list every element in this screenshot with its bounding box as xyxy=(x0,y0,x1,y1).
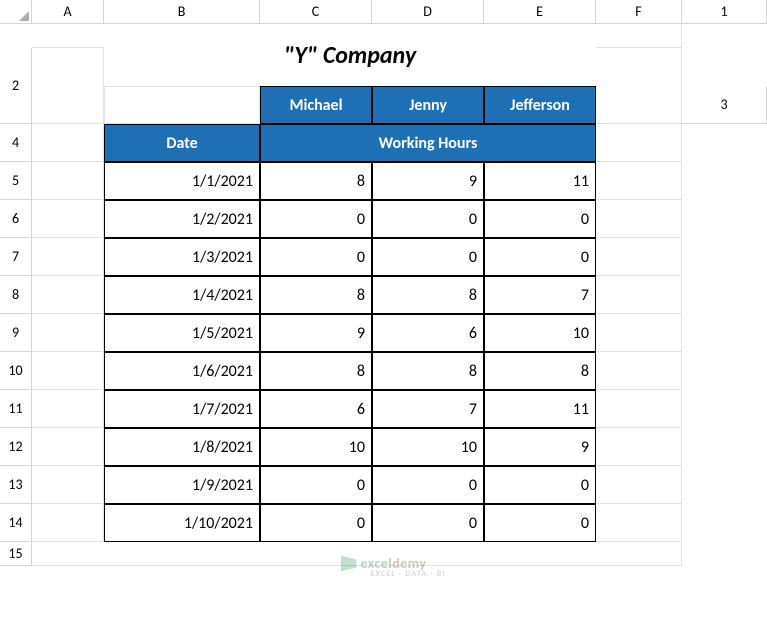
col-header-c[interactable]: C xyxy=(260,0,372,24)
select-all-corner[interactable] xyxy=(0,0,32,24)
cell-value[interactable]: 11 xyxy=(484,162,596,200)
cell-value[interactable]: 0 xyxy=(484,504,596,542)
row-header-13[interactable]: 13 xyxy=(0,466,32,504)
cell-value[interactable]: 0 xyxy=(260,238,372,276)
cell-date[interactable]: 1/4/2021 xyxy=(104,276,260,314)
cell-a11[interactable] xyxy=(32,390,104,428)
cell-a12[interactable] xyxy=(32,428,104,466)
cell-value[interactable]: 0 xyxy=(372,504,484,542)
cell-value[interactable]: 0 xyxy=(372,466,484,504)
col-header-d[interactable]: D xyxy=(372,0,484,24)
cell-value[interactable]: 7 xyxy=(484,276,596,314)
cell-date[interactable]: 1/5/2021 xyxy=(104,314,260,352)
row-header-6[interactable]: 6 xyxy=(0,200,32,238)
cell-date[interactable]: 1/7/2021 xyxy=(104,390,260,428)
cell-value[interactable]: 8 xyxy=(260,352,372,390)
cell-f12[interactable] xyxy=(596,428,682,466)
row-header-11[interactable]: 11 xyxy=(0,390,32,428)
cell-a6[interactable] xyxy=(32,200,104,238)
cell-f6[interactable] xyxy=(596,200,682,238)
cell-value[interactable]: 0 xyxy=(484,466,596,504)
cell-value[interactable]: 0 xyxy=(260,200,372,238)
header-jefferson[interactable]: Jefferson xyxy=(484,86,596,124)
cell-value[interactable]: 10 xyxy=(484,314,596,352)
cell-f8[interactable] xyxy=(596,276,682,314)
col-header-f[interactable]: F xyxy=(596,0,682,24)
row-header-12[interactable]: 12 xyxy=(0,428,32,466)
row-header-7[interactable]: 7 xyxy=(0,238,32,276)
cell-f3[interactable] xyxy=(596,86,682,124)
cell-date[interactable]: 1/3/2021 xyxy=(104,238,260,276)
cell-value[interactable]: 8 xyxy=(260,162,372,200)
header-michael[interactable]: Michael xyxy=(260,86,372,124)
cell-value[interactable]: 9 xyxy=(372,162,484,200)
cell-value[interactable]: 11 xyxy=(484,390,596,428)
cell-date[interactable]: 1/2/2021 xyxy=(104,200,260,238)
cell-value[interactable]: 0 xyxy=(372,200,484,238)
cell-value[interactable]: 8 xyxy=(484,352,596,390)
cell-value[interactable]: 0 xyxy=(260,504,372,542)
cell-f5[interactable] xyxy=(596,162,682,200)
cell-f14[interactable] xyxy=(596,504,682,542)
spreadsheet-grid: A B C D E F 1 2 "Y" Company 3 Michael Je… xyxy=(0,0,767,566)
cell-a14[interactable] xyxy=(32,504,104,542)
cell-a4[interactable] xyxy=(32,124,104,162)
cell-value[interactable]: 9 xyxy=(484,428,596,466)
cell-value[interactable]: 10 xyxy=(372,428,484,466)
row-header-4[interactable]: 4 xyxy=(0,124,32,162)
cell-value[interactable]: 0 xyxy=(372,238,484,276)
row-header-9[interactable]: 9 xyxy=(0,314,32,352)
row-header-5[interactable]: 5 xyxy=(0,162,32,200)
cell-a7[interactable] xyxy=(32,238,104,276)
row-header-3[interactable]: 3 xyxy=(682,86,767,124)
cell-a3[interactable] xyxy=(32,86,104,124)
cell-f11[interactable] xyxy=(596,390,682,428)
cell-b3[interactable] xyxy=(104,86,260,124)
col-header-e[interactable]: E xyxy=(484,0,596,24)
cell-value[interactable]: 0 xyxy=(484,238,596,276)
cell-value[interactable]: 0 xyxy=(484,200,596,238)
header-working-hours[interactable]: Working Hours xyxy=(260,124,596,162)
cell-value[interactable]: 6 xyxy=(372,314,484,352)
cell-value[interactable]: 8 xyxy=(372,276,484,314)
cell-f9[interactable] xyxy=(596,314,682,352)
row-header-1[interactable]: 1 xyxy=(682,0,767,24)
cell-date[interactable]: 1/9/2021 xyxy=(104,466,260,504)
cell-value[interactable]: 7 xyxy=(372,390,484,428)
watermark-icon xyxy=(340,556,356,572)
header-jenny[interactable]: Jenny xyxy=(372,86,484,124)
col-header-a[interactable]: A xyxy=(32,0,104,24)
cell-f13[interactable] xyxy=(596,466,682,504)
cell-a9[interactable] xyxy=(32,314,104,352)
cell-value[interactable]: 8 xyxy=(372,352,484,390)
cell-date[interactable]: 1/10/2021 xyxy=(104,504,260,542)
cell-a8[interactable] xyxy=(32,276,104,314)
row-header-8[interactable]: 8 xyxy=(0,276,32,314)
cell-f7[interactable] xyxy=(596,238,682,276)
cell-a10[interactable] xyxy=(32,352,104,390)
cell-value[interactable]: 0 xyxy=(260,466,372,504)
header-date[interactable]: Date xyxy=(104,124,260,162)
row-header-14[interactable]: 14 xyxy=(0,504,32,542)
cell-a13[interactable] xyxy=(32,466,104,504)
cell-value[interactable]: 6 xyxy=(260,390,372,428)
cell-f4[interactable] xyxy=(596,124,682,162)
cell-date[interactable]: 1/6/2021 xyxy=(104,352,260,390)
watermark: exceldemy EXCEL · DATA · BI xyxy=(340,555,426,572)
row-header-15[interactable]: 15 xyxy=(0,542,32,566)
row-header-10[interactable]: 10 xyxy=(0,352,32,390)
cell-value[interactable]: 8 xyxy=(260,276,372,314)
cell-date[interactable]: 1/1/2021 xyxy=(104,162,260,200)
col-header-b[interactable]: B xyxy=(104,0,260,24)
cell-value[interactable]: 9 xyxy=(260,314,372,352)
cell-f10[interactable] xyxy=(596,352,682,390)
cell-a5[interactable] xyxy=(32,162,104,200)
watermark-sub: EXCEL · DATA · BI xyxy=(370,569,445,579)
cell-value[interactable]: 10 xyxy=(260,428,372,466)
title-cell[interactable]: "Y" Company xyxy=(104,24,596,86)
row-header-2[interactable]: 2 xyxy=(0,48,32,124)
cell-date[interactable]: 1/8/2021 xyxy=(104,428,260,466)
